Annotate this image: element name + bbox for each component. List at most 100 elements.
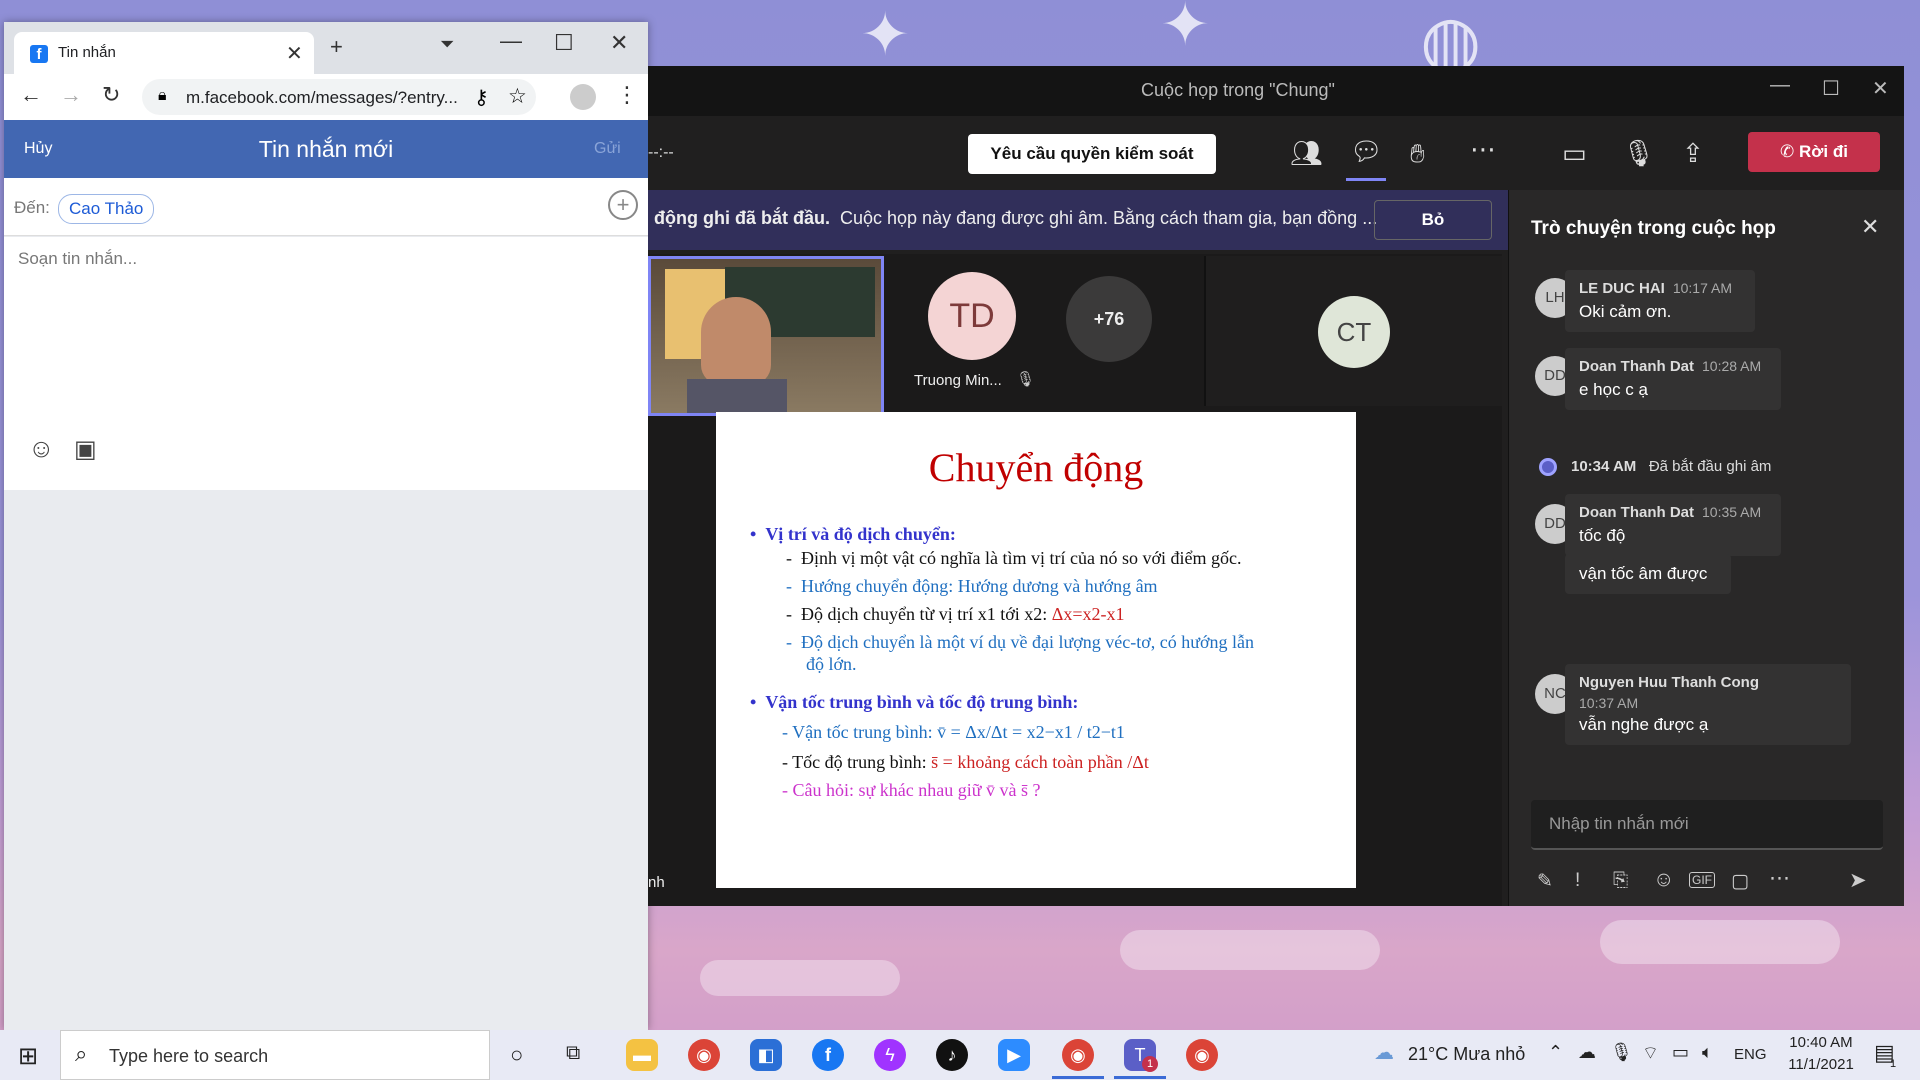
format-icon[interactable]: ✎ (1537, 870, 1553, 893)
messenger-icon[interactable]: ϟ (874, 1039, 906, 1071)
chat-title: Trò chuyện trong cuộc họp (1531, 218, 1776, 239)
more-actions-icon[interactable]: ⋯ (1470, 134, 1496, 165)
bookmark-star-icon[interactable]: ☆ (508, 84, 527, 109)
tab-bar: f Tin nhắn ✕ + ⏷ — ☐ ✕ (4, 22, 648, 74)
slide-line-text: Độ dịch chuyển là một ví dụ về đại lượng… (801, 632, 1254, 652)
search-box[interactable]: ⌕ Type here to search (60, 1030, 490, 1080)
volume-icon[interactable]: 🔈︎ (1702, 1042, 1713, 1063)
facebook-icon[interactable]: f (812, 1039, 844, 1071)
dismiss-button[interactable]: Bỏ (1374, 200, 1492, 240)
attach-icon[interactable]: ⎘ (1613, 870, 1628, 892)
app-icon[interactable]: ◧ (750, 1039, 782, 1071)
browser-tab[interactable]: f Tin nhắn ✕ (14, 32, 314, 74)
shared-slide: Chuyển động • Vị trí và độ dịch chuyển: … (716, 412, 1356, 888)
address-bar[interactable]: 🔒︎ m.facebook.com/messages/?entry... ⚷ ☆ (142, 79, 536, 115)
microphone-icon[interactable]: 🎙︎ (1610, 1042, 1633, 1063)
weather-text[interactable]: 21°C Mưa nhỏ (1408, 1044, 1525, 1065)
slide-line: - Vận tốc trung bình: v̄ = Δx/Δt = x2−x1… (782, 722, 1125, 742)
chrome-icon[interactable]: ◉ (1062, 1039, 1094, 1071)
message-input[interactable]: Soạn tin nhắn... (18, 249, 137, 269)
meeting-stage: TD Truong Min... 🎙︎ +76 CT nh Chuyển độn… (648, 254, 1502, 906)
close-window-icon[interactable]: ✕ (610, 30, 628, 56)
cortana-icon[interactable]: ○ (510, 1042, 523, 1068)
battery-icon[interactable]: ▭ (1672, 1042, 1689, 1063)
sticker-icon[interactable]: ▢ (1731, 870, 1749, 893)
onedrive-icon[interactable]: ☁ (1578, 1042, 1596, 1063)
clock-date[interactable]: 11/1/2021 (1776, 1056, 1866, 1073)
banner-text: Cuộc họp này đang được ghi âm. Bằng cách… (840, 208, 1378, 228)
recording-banner: động ghi đã bắt đầu. Cuộc họp này đang đ… (648, 190, 1508, 250)
menu-kebab-icon[interactable]: ⋮ (616, 82, 638, 108)
task-view-icon[interactable]: ⧉ (566, 1042, 580, 1065)
chrome-icon[interactable]: ◉ (1186, 1039, 1218, 1071)
back-icon[interactable]: ← (20, 82, 42, 108)
emoji-icon[interactable]: ☺ (28, 433, 55, 464)
chat-icon[interactable]: 💬︎ (1350, 136, 1383, 167)
facebook-favicon-icon: f (30, 45, 48, 63)
slide-bullet-text: Vận tốc trung bình và tốc độ trung bình: (765, 692, 1079, 712)
star-decoration: ✦ (860, 1, 911, 68)
chat-message: Nguyen Huu Thanh Cong 10:37 AM vẫn nghe … (1565, 664, 1851, 745)
wifi-icon[interactable]: ⌔ (1642, 1042, 1659, 1065)
person-video (701, 297, 771, 385)
chevron-up-icon[interactable]: ⌃ (1548, 1042, 1563, 1063)
send-button[interactable]: Gửi (594, 140, 621, 158)
tiktok-icon[interactable]: ♪ (936, 1039, 968, 1071)
send-icon[interactable]: ➤ (1849, 868, 1867, 893)
reload-icon[interactable]: ↻ (102, 82, 120, 108)
video-tile-self[interactable] (648, 256, 884, 416)
photo-icon[interactable]: ▣ (74, 435, 97, 464)
participants-icon[interactable]: 👥︎ (1290, 138, 1323, 169)
page-title: Tin nhắn mới (258, 136, 394, 162)
browser-toolbar: ← → ↻ 🔒︎ m.facebook.com/messages/?entry.… (4, 74, 648, 120)
camera-off-icon[interactable]: ▭ (1562, 138, 1587, 169)
taskbar: ⊞ ⌕ Type here to search ○ ⧉ ▬ ◉ ◧ f ϟ ♪ … (0, 1030, 1920, 1080)
profile-avatar-icon[interactable] (570, 84, 596, 110)
important-icon[interactable]: ! (1575, 870, 1580, 892)
reactions-icon[interactable]: ✋︎ (1410, 138, 1425, 170)
message-time: 10:37 AM (1579, 695, 1639, 711)
leave-label: Rời đi (1799, 142, 1848, 161)
maximize-icon[interactable]: ☐ (1822, 76, 1840, 101)
key-icon[interactable]: ⚷ (474, 85, 489, 110)
file-explorer-icon[interactable]: ▬ (626, 1039, 658, 1071)
recipient-chip[interactable]: Cao Thảo (58, 194, 155, 224)
slide-line: - Hướng chuyển động: Hướng dương và hướn… (786, 576, 1158, 596)
more-options-icon[interactable]: ⋯ (1769, 866, 1790, 891)
close-chat-icon[interactable]: ✕ (1861, 214, 1879, 240)
mic-off-icon[interactable]: 🎙︎ (1622, 138, 1655, 169)
system-time: 10:34 AM (1571, 458, 1637, 475)
language-indicator[interactable]: ENG (1734, 1046, 1767, 1063)
message-time: 10:28 AM (1702, 358, 1762, 374)
leave-button[interactable]: ✆ Rời đi (1748, 132, 1880, 172)
add-recipient-icon[interactable]: + (608, 190, 638, 220)
slide-line-text: - Tốc độ trung bình: (782, 752, 932, 772)
emoji-icon[interactable]: ☺ (1653, 868, 1674, 892)
chat-input[interactable]: Nhập tin nhắn mới (1531, 800, 1883, 850)
request-control-button[interactable]: Yêu cầu quyền kiểm soát (968, 134, 1216, 174)
tab-search-icon[interactable]: ⏷ (440, 34, 454, 55)
clock-time[interactable]: 10:40 AM (1776, 1034, 1866, 1051)
sender-name: Doan Thanh Dat (1579, 504, 1694, 521)
minimize-icon[interactable]: — (500, 28, 522, 54)
system-message: 10:34 AM Đã bắt đầu ghi âm (1571, 458, 1771, 475)
chrome-icon[interactable]: ◉ (688, 1039, 720, 1071)
share-screen-icon[interactable]: ⇪ (1682, 138, 1704, 169)
avatar: TD (928, 272, 1016, 360)
chat-message: Doan Thanh Dat 10:28 AM e học c ạ (1565, 348, 1781, 410)
forward-icon[interactable]: → (60, 82, 82, 108)
more-participants-badge[interactable]: +76 (1066, 276, 1152, 362)
windows-start-icon[interactable]: ⊞ (18, 1042, 38, 1071)
gif-icon[interactable]: GIF (1689, 872, 1715, 888)
maximize-icon[interactable]: ☐ (554, 30, 574, 56)
slide-line-text: Hướng chuyển động: Hướng dương và hướng … (801, 576, 1158, 596)
close-window-icon[interactable]: ✕ (1872, 76, 1889, 101)
presenter-name: nh (648, 874, 665, 891)
minimize-icon[interactable]: — (1770, 74, 1790, 97)
new-tab-icon[interactable]: + (330, 34, 343, 60)
zoom-icon[interactable]: ▶ (998, 1039, 1030, 1071)
close-tab-icon[interactable]: ✕ (286, 41, 303, 66)
chat-message: LE DUC HAI 10:17 AM Oki cảm ơn. (1565, 270, 1755, 332)
video-tile-ct[interactable]: CT (1204, 256, 1502, 406)
slide-bullet: • Vận tốc trung bình và tốc độ trung bìn… (750, 692, 1079, 712)
